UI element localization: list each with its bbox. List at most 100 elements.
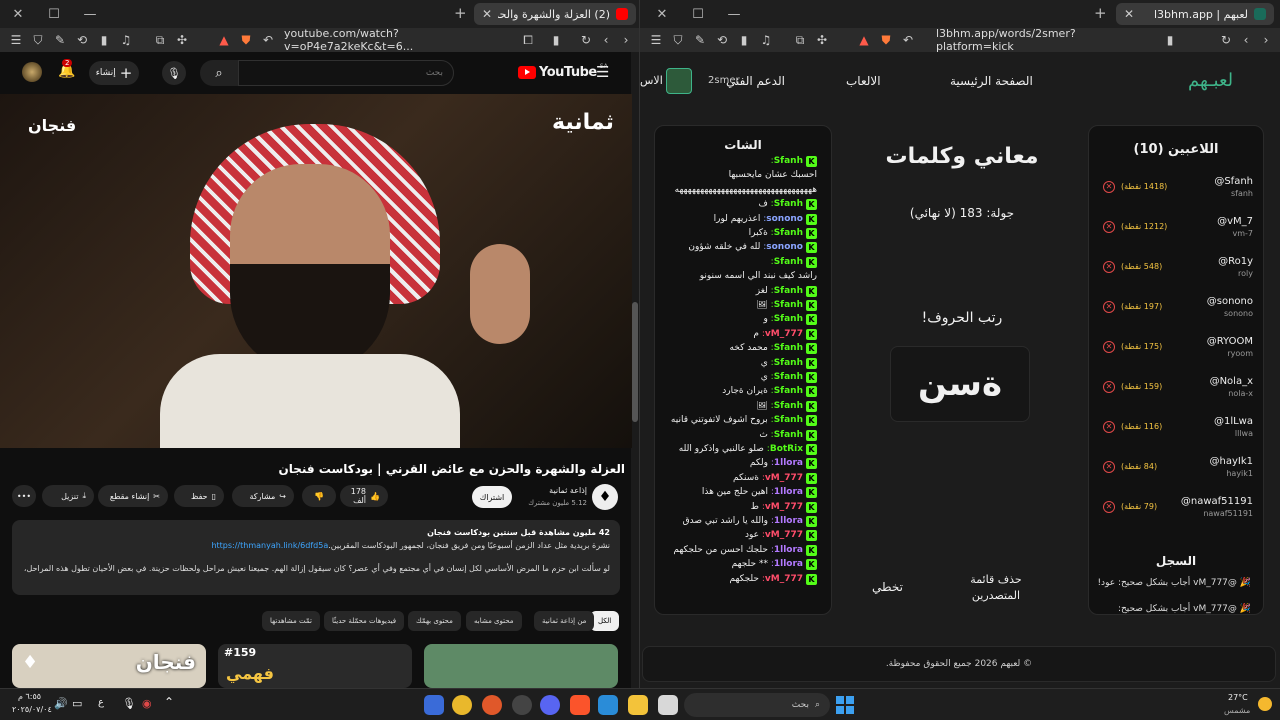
share-button[interactable]: ↪ مشاركة (232, 485, 294, 507)
chat-username[interactable]: vM_777 (765, 473, 803, 483)
category-chip[interactable]: محتوى مشابه (466, 611, 522, 631)
reload-icon[interactable]: ↻ (576, 30, 596, 50)
store-icon[interactable] (598, 695, 618, 715)
mic-icon[interactable]: 🎙 (122, 697, 136, 710)
language-indicator[interactable]: ع (98, 697, 104, 708)
rewind-icon[interactable]: ⟲ (712, 30, 732, 50)
close-window-icon[interactable]: ✕ (644, 0, 680, 28)
close-tab-icon[interactable]: ✕ (482, 7, 492, 21)
channel-avatar[interactable]: ♦ (592, 484, 618, 510)
taskbar-search[interactable]: بحث ⌕ (684, 693, 830, 717)
brave-icon[interactable] (570, 695, 590, 715)
user-avatar[interactable] (666, 68, 692, 94)
address-bar[interactable]: l3bhm.app/words/2smer?platform=kick (936, 27, 1146, 53)
maximize-window-icon[interactable]: ☐ (36, 0, 72, 28)
file-explorer-icon[interactable] (628, 695, 648, 715)
like-button[interactable]: 👍 178 ألف (340, 485, 388, 507)
chat-username[interactable]: Sfanh (774, 372, 803, 382)
back-icon[interactable]: ‹ (596, 30, 616, 50)
kick-player-icon[interactable]: ✕ (1103, 501, 1115, 513)
rewind-icon[interactable]: ⟲ (72, 30, 92, 50)
bookmark-back-icon[interactable]: ↶ (898, 30, 918, 50)
clock-time[interactable]: ٦:٥٥ م (18, 692, 41, 701)
chat-username[interactable]: vM_777 (765, 502, 803, 512)
category-chip[interactable]: من إذاعة ثمانية (534, 611, 595, 631)
category-chip[interactable]: الكل (590, 611, 620, 631)
app-icon[interactable] (512, 695, 532, 715)
user-name[interactable]: 2smer (708, 75, 740, 86)
chat-username[interactable]: 1llora (774, 545, 803, 555)
nav-cut-label[interactable]: الاس (640, 74, 663, 87)
kick-player-icon[interactable]: ✕ (1103, 421, 1115, 433)
chrome-icon[interactable] (452, 695, 472, 715)
chat-username[interactable]: 1llora (774, 458, 803, 468)
create-button[interactable]: + إنشاء (89, 61, 139, 85)
music-icon[interactable]: ♫ (116, 30, 136, 50)
brave-shield-icon[interactable]: ⛊ (236, 30, 256, 50)
search-input[interactable] (238, 60, 454, 86)
minimize-window-icon[interactable]: — (72, 0, 108, 28)
voice-search-button[interactable]: 🎙 (162, 61, 186, 85)
tab-l3bhm[interactable]: لعبهم | l3bhm.app ✕ (1116, 3, 1274, 25)
chat-username[interactable]: Sfanh (774, 228, 803, 238)
close-tab-icon[interactable]: ✕ (1124, 7, 1134, 21)
screenshot-icon[interactable]: ⧉ (150, 30, 170, 50)
chat-username[interactable]: sonono (766, 242, 803, 252)
brave-rewards-icon[interactable]: ▲ (214, 30, 234, 50)
chat-username[interactable]: Sfanh (774, 386, 803, 396)
dislike-button[interactable]: 👎 (302, 485, 336, 507)
channel-name[interactable]: إذاعة ثمانية (549, 486, 587, 495)
youtube-logo[interactable]: YouTube SA (518, 63, 608, 80)
maximize-window-icon[interactable]: ☐ (680, 0, 716, 28)
kick-player-icon[interactable]: ✕ (1103, 381, 1115, 393)
subscribe-button[interactable]: اشتراك (472, 486, 512, 508)
start-menu-icon[interactable] (836, 696, 854, 714)
chat-username[interactable]: Sfanh (774, 286, 803, 296)
bookmark-icon[interactable]: ▮ (546, 30, 566, 50)
weather-desc[interactable]: مشمس (1224, 706, 1250, 715)
chat-username[interactable]: vM_777 (765, 530, 803, 540)
new-tab-icon[interactable]: + (1094, 4, 1107, 22)
forward-icon[interactable]: › (616, 30, 636, 50)
sidebar-icon[interactable]: ▮ (734, 30, 754, 50)
chat-username[interactable]: BotRix (770, 444, 803, 454)
desc-link[interactable]: https://thmanyah.link/6dfd5a (211, 541, 328, 550)
sidebar-icon[interactable]: ▮ (94, 30, 114, 50)
brave-shield-icon[interactable]: ⛊ (876, 30, 896, 50)
chat-username[interactable]: Sfanh (774, 257, 803, 267)
category-chip[interactable]: فيديوهات محمّلة حديثًا (324, 611, 405, 631)
skip-button[interactable]: تخطي (872, 580, 903, 594)
bookmark-icon[interactable]: ▮ (1160, 30, 1180, 50)
chat-username[interactable]: Sfanh (774, 343, 803, 353)
save-button[interactable]: ▯ حفظ (174, 485, 224, 507)
volume-icon[interactable]: 🔊 (54, 697, 68, 710)
video-description[interactable]: 42 مليون مشاهدة قبل سنتين بودكاست فنجان … (12, 520, 620, 595)
chat-username[interactable]: Sfanh (774, 300, 803, 310)
clock-date[interactable]: ٢٠٢٥/٠٧/٠٤ (12, 705, 52, 714)
brave-rewards-icon[interactable]: ▲ (854, 30, 874, 50)
kick-player-icon[interactable]: ✕ (1103, 461, 1115, 473)
nav-games[interactable]: الالعاب (846, 74, 881, 88)
more-actions-button[interactable]: ••• (12, 485, 36, 507)
shield-icon[interactable]: ⛉ (668, 30, 688, 50)
extensions-icon[interactable]: ✣ (172, 30, 192, 50)
discord-icon[interactable] (540, 695, 560, 715)
music-icon[interactable]: ♫ (756, 30, 776, 50)
video-thumbnail[interactable]: #159 فهمي (218, 644, 412, 688)
chat-username[interactable]: 1llora (774, 559, 803, 569)
new-tab-icon[interactable]: + (454, 4, 467, 22)
weather-temp[interactable]: 27°C (1228, 693, 1248, 702)
category-chip[interactable]: محتوى بهمّك (408, 611, 461, 631)
bookmark-back-icon[interactable]: ↶ (258, 30, 278, 50)
kick-player-icon[interactable]: ✕ (1103, 221, 1115, 233)
video-player[interactable]: ثمانية فنجان (0, 94, 632, 448)
back-icon[interactable]: ‹ (1236, 30, 1256, 50)
minimize-window-icon[interactable]: — (716, 0, 752, 28)
address-bar[interactable]: youtube.com/watch?v=oP4e7a2keKc&t=6... (284, 27, 484, 53)
screenshot-icon[interactable]: ⧉ (790, 30, 810, 50)
network-icon[interactable]: ▭ (72, 697, 82, 710)
hamburger-menu-icon[interactable]: ☰ (596, 63, 609, 81)
kick-player-icon[interactable]: ✕ (1103, 261, 1115, 273)
forward-icon[interactable]: › (1256, 30, 1276, 50)
search-button[interactable]: ⌕ (200, 60, 238, 86)
